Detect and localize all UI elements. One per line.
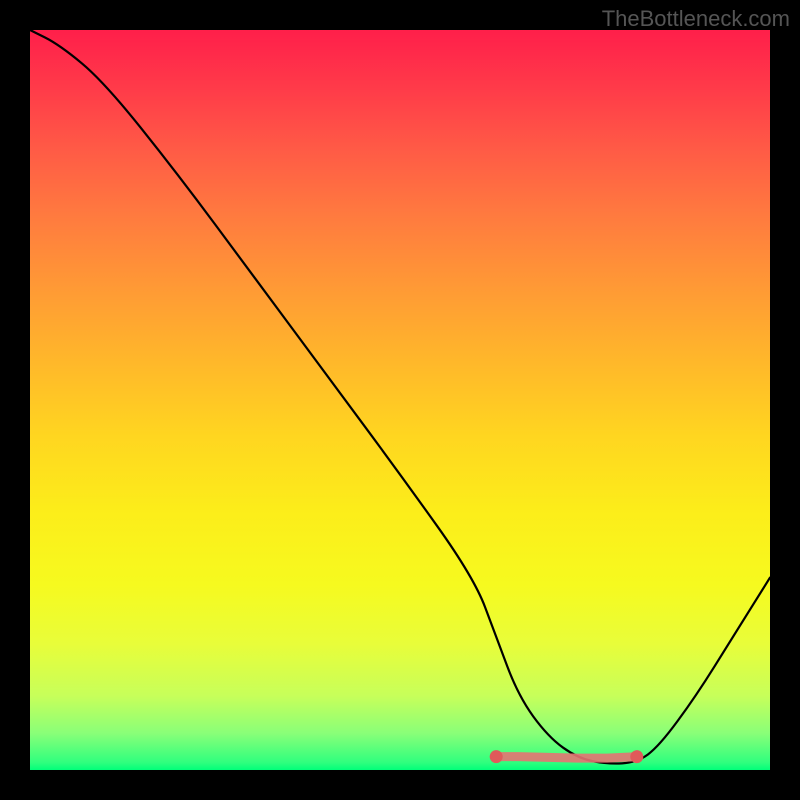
marker-dot: [630, 750, 643, 763]
chart-svg: [30, 30, 770, 770]
marker-connector: [496, 757, 637, 758]
marker-dot: [490, 750, 503, 763]
watermark-text: TheBottleneck.com: [602, 6, 790, 32]
plot-area: [30, 30, 770, 770]
curve-line: [30, 30, 770, 763]
bottom-markers: [490, 750, 644, 763]
